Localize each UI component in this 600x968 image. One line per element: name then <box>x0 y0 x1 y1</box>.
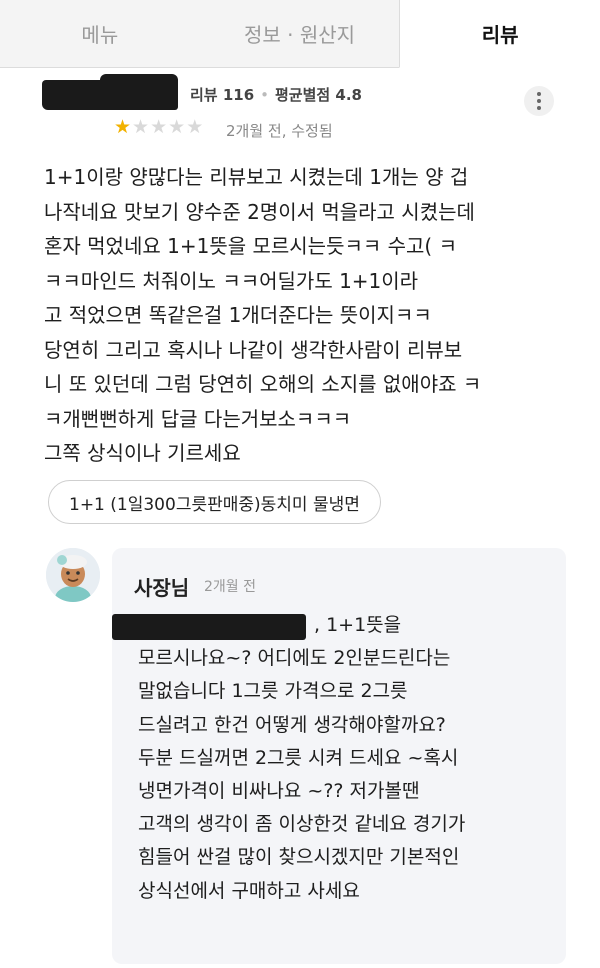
reply-line: 냉면가격이 비싸나요 ~?? 저가볼땐 <box>138 780 420 803</box>
tab-info-origin[interactable]: 정보 · 원산지 <box>200 0 400 67</box>
review-header: 리뷰 116 • 평균별점 4.8 ★★★★★ 2개월 전, 수정됨 <box>0 68 600 158</box>
average-rating: 평균별점 4.8 <box>275 86 362 104</box>
review-line: 1+1이랑 양많다는 리뷰보고 시켰는데 1개는 양 겁 <box>44 165 469 189</box>
reply-line: 두분 드실꺼면 2그릇 시켜 드세요 ~혹시 <box>138 746 459 769</box>
review-date: 2개월 전, 수정됨 <box>226 122 333 140</box>
owner-reply: 사장님 2개월 전 , 1+1뜻을모르시나요~? 어디에도 2인분드린다는말없습… <box>112 548 566 964</box>
reply-line: 상식선에서 구매하고 사세요 <box>138 879 360 902</box>
reply-line: 힘들어 싼걸 많이 찾으시겠지만 기본적인 <box>138 846 460 869</box>
review-line: ㅋ개뻔뻔하게 답글 다는거보소ㅋㅋㅋ <box>44 406 352 431</box>
review-line: 나작네요 맛보기 양수준 2명이서 먹을라고 시켰는데 <box>44 199 475 224</box>
reply-line: 말없습니다 1그릇 가격으로 2그릇 <box>138 680 408 703</box>
review-text: 1+1이랑 양많다는 리뷰보고 시켰는데 1개는 양 겁나작네요 맛보기 양수준… <box>44 160 564 471</box>
star-icon: ★ <box>186 116 205 138</box>
tab-review-label: 리뷰 <box>481 23 519 47</box>
review-count: 리뷰 116 <box>190 86 255 104</box>
tab-menu[interactable]: 메뉴 <box>0 0 200 67</box>
star-icon: ★ <box>150 116 169 138</box>
ordered-menu-tag[interactable]: 1+1 (1일300그릇판매중)동치미 물냉면 <box>48 480 381 524</box>
more-vertical-icon[interactable] <box>524 86 554 116</box>
review-line: ㅋㅋ마인드 처줘이노 ㅋㅋ어딜가도 1+1이라 <box>44 268 419 293</box>
ordered-menu-label: 1+1 (1일300그릇판매중)동치미 물냉면 <box>69 494 360 515</box>
tab-bar: 메뉴 정보 · 원산지 리뷰 <box>0 0 600 68</box>
review-line: 그쪽 상식이나 기르세요 <box>44 441 241 465</box>
reply-date: 2개월 전 <box>204 579 256 595</box>
reviewer-stats: 리뷰 116 • 평균별점 4.8 <box>190 84 362 105</box>
reply-author: 사장님 <box>134 576 190 600</box>
reply-line: , 1+1뜻을 <box>314 614 402 636</box>
redacted-username-extra <box>100 74 178 96</box>
star-icon: ★ <box>168 116 187 138</box>
review-line: 당연히 그리고 혹시나 나같이 생각한사람이 리뷰보 <box>44 337 463 362</box>
review-line: 혼자 먹었네요 1+1뜻을 모르시는듯ㅋㅋ 수고( ㅋ <box>44 234 457 258</box>
star-icon: ★ <box>114 116 133 138</box>
star-rating: ★★★★★ <box>114 116 204 138</box>
owner-avatar-icon <box>46 548 100 602</box>
reply-text: , 1+1뜻을모르시나요~? 어디에도 2인분드린다는말없습니다 1그릇 가격으… <box>138 609 558 908</box>
review-line: 니 또 있던데 그럼 당연히 오해의 소지를 없애야죠 ㅋ <box>44 372 482 396</box>
star-icon: ★ <box>132 116 151 138</box>
separator-dot: • <box>260 86 269 104</box>
tab-review[interactable]: 리뷰 <box>399 0 600 68</box>
review-line: 고 적었으면 똑같은걸 1개더준다는 뜻이지ㅋㅋ <box>44 303 432 327</box>
tab-info-origin-label: 정보 · 원산지 <box>243 23 356 47</box>
reply-line: 드실려고 한건 어떻게 생각해야할까요? <box>138 713 446 736</box>
tab-menu-label: 메뉴 <box>81 23 119 47</box>
reply-line: 고객의 생각이 좀 이상한것 같네요 경기가 <box>138 813 466 836</box>
reply-line: 모르시나요~? 어디에도 2인분드린다는 <box>138 647 451 670</box>
